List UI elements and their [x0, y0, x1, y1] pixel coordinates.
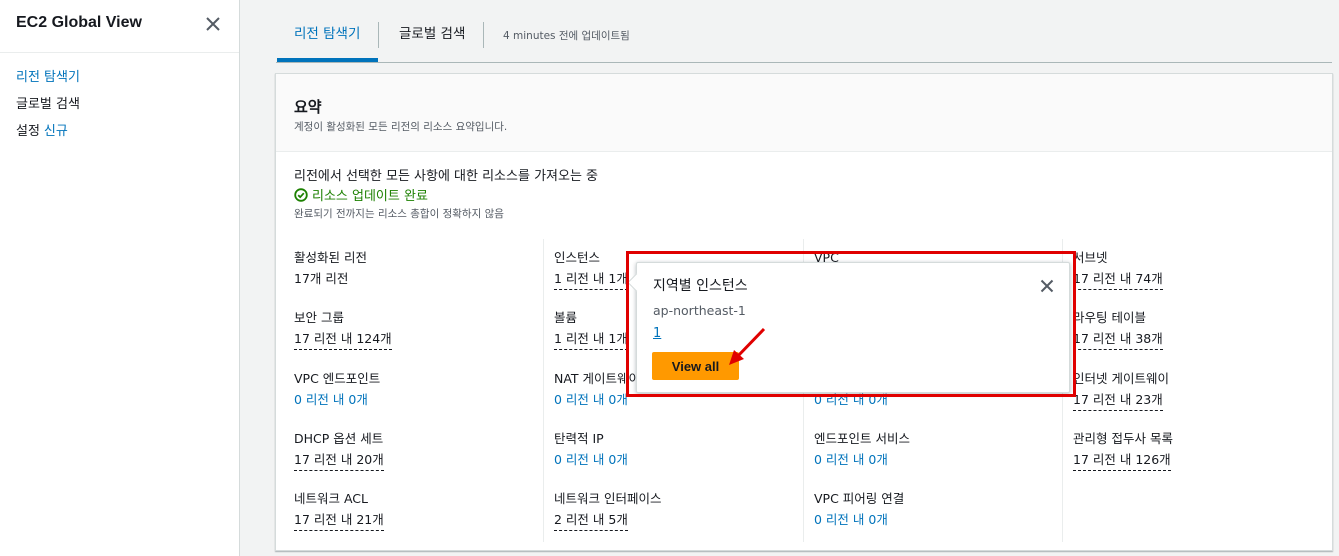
status-note: 완료되기 전까지는 리소스 총합이 정확하지 않음 — [294, 208, 504, 220]
metric-value[interactable]: 0 리전 내 0개 — [294, 390, 368, 410]
metric-label: 서브넷 — [1073, 250, 1108, 265]
metric-value[interactable]: 0 리전 내 0개 — [554, 450, 628, 470]
metric-label: VPC 엔드포인트 — [294, 371, 381, 386]
metric-route-tables: 라우팅 테이블 17 리전 내 38개 — [1073, 308, 1163, 350]
tab-divider — [483, 22, 484, 48]
close-icon[interactable] — [204, 15, 222, 33]
metric-value[interactable]: 2 리전 내 5개 — [554, 510, 628, 531]
metric-value[interactable]: 17 리전 내 126개 — [1073, 450, 1171, 471]
metric-label: 네트워크 ACL — [294, 491, 368, 506]
metric-label: 관리형 접두사 목록 — [1073, 431, 1173, 446]
sidebar-item-label: 설정 — [16, 124, 40, 139]
metric-managed-prefix-lists: 관리형 접두사 목록 17 리전 내 126개 — [1073, 429, 1173, 471]
sidebar-title: EC2 Global View — [16, 14, 142, 31]
metric-network-interfaces: 네트워크 인터페이스 2 리전 내 5개 — [554, 489, 661, 531]
metric-value[interactable]: 0 리전 내 0개 — [814, 510, 888, 530]
metric-value[interactable]: 17 리전 내 20개 — [294, 450, 384, 471]
metric-label: DHCP 옵션 세트 — [294, 431, 384, 446]
metric-label: 볼륨 — [554, 310, 578, 325]
column-divider — [543, 239, 544, 542]
metric-value[interactable]: 1 리전 내 1개 — [554, 329, 628, 350]
metric-volumes: 볼륨 1 리전 내 1개 — [554, 308, 628, 350]
sidebar-nav: 리전 탐색기 글로벌 검색 설정 신규 — [16, 68, 80, 149]
metric-vpc-peering: VPC 피어링 연결 0 리전 내 0개 — [814, 489, 904, 530]
metric-value[interactable]: 0 리전 내 0개 — [814, 450, 888, 470]
metric-value[interactable]: 1 리전 내 1개 — [554, 269, 628, 290]
summary-header: 요약 계정이 활성화된 모든 리전의 리소스 요약입니다. — [276, 74, 1332, 152]
sidebar-header: EC2 Global View — [0, 0, 239, 53]
metric-vpc-endpoints: VPC 엔드포인트 0 리전 내 0개 — [294, 369, 380, 410]
metric-value[interactable]: 17 리전 내 38개 — [1073, 329, 1163, 350]
sidebar-item-settings[interactable]: 설정 신규 — [16, 122, 80, 149]
tab-divider — [378, 22, 379, 48]
sidebar-item-global-search[interactable]: 글로벌 검색 — [16, 95, 80, 122]
popover-title: 지역별 인스턴스 — [653, 278, 748, 294]
metric-value[interactable]: 17 리전 내 74개 — [1073, 269, 1163, 290]
metric-label: 보안 그룹 — [294, 310, 344, 325]
metric-value[interactable]: 0 리전 내 0개 — [554, 390, 628, 410]
metric-value: 17개 리전 — [294, 271, 349, 286]
view-all-button[interactable]: View all — [652, 352, 739, 380]
sidebar: EC2 Global View 리전 탐색기 글로벌 검색 설정 신규 — [0, 0, 240, 556]
metric-value[interactable]: 17 리전 내 124개 — [294, 329, 392, 350]
metric-elastic-ips: 탄력적 IP 0 리전 내 0개 — [554, 429, 628, 470]
instances-by-region-popover: 지역별 인스턴스 ap-northeast-1 1 View all — [627, 262, 1070, 393]
sidebar-item-region-explorer[interactable]: 리전 탐색기 — [16, 68, 80, 95]
metric-nat-gateways: NAT 게이트웨이 0 리전 내 0개 — [554, 369, 640, 410]
update-complete-status: 리소스 업데이트 완료 — [294, 185, 428, 204]
metric-label: 인스턴스 — [554, 250, 601, 265]
update-complete-label: 리소스 업데이트 완료 — [312, 189, 428, 204]
tab-global-search[interactable]: 글로벌 검색 — [399, 22, 465, 42]
popover-region-count-link[interactable]: 1 — [653, 326, 661, 341]
close-icon[interactable] — [1040, 279, 1054, 293]
metric-label: NAT 게이트웨이 — [554, 371, 641, 386]
metric-label: 네트워크 인터페이스 — [554, 491, 662, 506]
metric-label: 라우팅 테이블 — [1073, 310, 1146, 325]
last-updated-text: 4 minutes 전에 업데이트됨 — [503, 30, 630, 42]
metric-label: 인터넷 게이트웨이 — [1073, 371, 1169, 386]
popover-region-name: ap-northeast-1 — [653, 303, 746, 318]
tab-bar: 리전 탐색기 글로벌 검색 4 minutes 전에 업데이트됨 — [276, 0, 1332, 63]
metric-active-regions: 활성화된 리전 17개 리전 — [294, 248, 367, 289]
metric-security-groups: 보안 그룹 17 리전 내 124개 — [294, 308, 392, 350]
active-tab-indicator — [277, 58, 378, 62]
metric-internet-gateways: 인터넷 게이트웨이 17 리전 내 23개 — [1073, 369, 1169, 411]
summary-description: 계정이 활성화된 모든 리전의 리소스 요약입니다. — [294, 121, 508, 133]
metric-value[interactable]: 0 리전 내 0개 — [814, 390, 888, 410]
metric-label: 엔드포인트 서비스 — [814, 431, 910, 446]
metric-network-acls: 네트워크 ACL 17 리전 내 21개 — [294, 489, 384, 531]
metric-dhcp-option-sets: DHCP 옵션 세트 17 리전 내 20개 — [294, 429, 384, 471]
metric-value[interactable]: 17 리전 내 21개 — [294, 510, 384, 531]
metric-label: 탄력적 IP — [554, 431, 604, 446]
check-circle-icon — [294, 187, 308, 202]
metric-instances: 인스턴스 1 리전 내 1개 — [554, 248, 628, 290]
summary-title: 요약 — [294, 98, 322, 116]
metric-endpoint-services: 엔드포인트 서비스 0 리전 내 0개 — [814, 429, 910, 470]
metric-value[interactable]: 17 리전 내 23개 — [1073, 390, 1163, 411]
new-badge: 신규 — [43, 124, 68, 139]
fetch-status-text: 리전에서 선택한 모든 사항에 대한 리소스를 가져오는 중 — [294, 169, 599, 184]
metric-label: 활성화된 리전 — [294, 250, 367, 265]
tab-region-explorer[interactable]: 리전 탐색기 — [294, 22, 360, 42]
metric-label: VPC 피어링 연결 — [814, 491, 905, 506]
metric-subnets: 서브넷 17 리전 내 74개 — [1073, 248, 1163, 290]
